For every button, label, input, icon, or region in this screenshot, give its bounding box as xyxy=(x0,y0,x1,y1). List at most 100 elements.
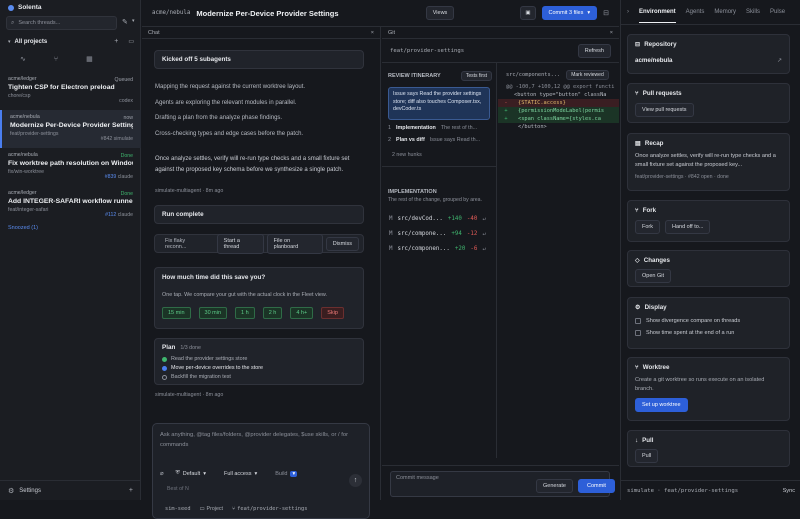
all-projects-label[interactable]: All projects xyxy=(15,39,48,45)
time-option-button[interactable]: 4 h+ xyxy=(290,307,314,319)
suggestion-button[interactable]: Fix flaky reconn... xyxy=(159,235,214,253)
time-option-button[interactable]: 15 min xyxy=(162,307,191,319)
return-icon: ↵ xyxy=(482,216,486,222)
search-icon: ⌕ xyxy=(11,19,15,26)
folder-icon[interactable]: ▭ xyxy=(128,38,134,45)
add-project-icon[interactable]: + xyxy=(114,38,118,45)
page-title: Modernize Per-Device Provider Settings xyxy=(196,8,339,18)
download-icon: ↓ xyxy=(635,437,639,444)
tab-memory[interactable]: Memory xyxy=(714,9,736,15)
changed-file[interactable]: Msrc/componen... +20 -6 ↵ xyxy=(389,246,486,252)
run-complete-card: Run complete xyxy=(154,205,364,224)
build-button[interactable]: Build ▾ xyxy=(269,468,303,480)
generate-button[interactable]: Generate xyxy=(536,479,573,493)
access-select[interactable]: Full access ▾ xyxy=(218,468,263,480)
sync-button[interactable]: Sync xyxy=(783,488,795,494)
skip-button[interactable]: Skip xyxy=(321,307,344,319)
suggestions-bar: Fix flaky reconn... Start a thread File … xyxy=(154,233,364,254)
commit-files-button[interactable]: Commit 3 files ▾ xyxy=(541,6,598,20)
env-chip[interactable]: sim-seed xyxy=(165,506,191,512)
board-icon[interactable]: ▦ xyxy=(86,55,93,63)
return-icon: ↵ xyxy=(482,231,486,237)
branch-icon[interactable]: ⑂ xyxy=(54,56,58,63)
collapse-icon[interactable]: › xyxy=(627,9,629,15)
checkbox[interactable] xyxy=(635,318,641,324)
chat-header: Chat xyxy=(148,29,160,36)
time-option-button[interactable]: 30 min xyxy=(198,307,228,319)
itinerary-step[interactable]: 1 Implementation The rest of th... xyxy=(388,125,477,131)
git-pane: Git × feat/provider-settings Refresh REV… xyxy=(382,27,619,500)
external-link-icon[interactable]: ↗ xyxy=(777,57,782,64)
close-icon[interactable]: × xyxy=(371,30,374,36)
pull-button[interactable]: Pull xyxy=(635,449,659,463)
file-planboard-button[interactable]: File on planboard xyxy=(266,233,323,254)
worktree-icon: ⑂ xyxy=(635,364,639,371)
settings-link[interactable]: Settings xyxy=(19,488,41,494)
composer[interactable]: Ask anything, @tag files/folders, @provi… xyxy=(152,423,370,519)
pending-dot-icon xyxy=(162,374,167,380)
breadcrumb-repo[interactable]: acme/nebula xyxy=(152,10,190,16)
thread-item[interactable]: acme/ledger Tighten CSP for Electron pre… xyxy=(0,72,141,110)
top-bar: acme/nebula Modernize Per-Device Provide… xyxy=(142,0,619,27)
mark-reviewed-button[interactable]: Mark reviewed xyxy=(566,70,609,80)
mode-select[interactable]: ⛨ Default ▾ xyxy=(170,467,212,480)
worktree-card: ⑂ Worktree Create a git worktree so runs … xyxy=(627,357,790,421)
close-panel-icon[interactable]: ⊟ xyxy=(603,9,609,17)
send-button[interactable]: ↑ xyxy=(349,474,362,487)
summary-card[interactable]: Issue says Read the provider settings st… xyxy=(388,87,490,120)
recap-icon: ▤ xyxy=(635,140,641,147)
diff-viewer: src/components... Mark reviewed @@ -100,… xyxy=(498,63,619,458)
done-dot-icon xyxy=(162,356,167,362)
thread-item-active[interactable]: acme/nebula Modernize Per-Device Provide… xyxy=(0,110,141,148)
chevron-down-icon[interactable]: ▾ xyxy=(132,18,135,24)
recap-card: ▤ Recap Once analyze settles, verify will… xyxy=(627,133,790,191)
tab-agents[interactable]: Agents xyxy=(686,9,705,15)
panel-icon[interactable]: ▣ xyxy=(520,6,536,20)
itinerary-step[interactable]: 2 Plan vs diff Issue says Read th... xyxy=(388,137,480,143)
changed-file[interactable]: Msrc/devCod... +140 -40 ↵ xyxy=(389,216,486,222)
fork-button[interactable]: Fork xyxy=(635,220,660,234)
fork-icon: ⑂ xyxy=(635,207,639,214)
pull-request-icon: ⑂ xyxy=(635,90,639,97)
dismiss-button[interactable]: Dismiss xyxy=(325,236,359,251)
commit-button[interactable]: Commit xyxy=(578,479,615,493)
close-icon[interactable]: × xyxy=(610,30,613,36)
new-thread-icon[interactable]: ✎ xyxy=(122,18,128,26)
open-git-button[interactable]: Open Git xyxy=(635,269,672,283)
branch-chip[interactable]: ⑂ feat/provider-settings xyxy=(232,506,307,512)
snoozed-toggle[interactable]: Snoozed (1) xyxy=(8,225,38,231)
search-input[interactable]: ⌕ Search threads... xyxy=(6,16,117,30)
thread-item[interactable]: acme/nebula Fix worktree path resolution… xyxy=(0,148,141,186)
changes-card: ◇ Changes Open Git xyxy=(627,250,790,287)
gear-icon[interactable]: ⚙ xyxy=(8,487,14,495)
project-chip[interactable]: ▭ Project xyxy=(200,506,224,512)
model-select[interactable]: Best of N xyxy=(167,486,189,492)
attach-icon[interactable]: ⌀ xyxy=(160,470,164,477)
agent-message: Once analyze settles, verify will re-run… xyxy=(155,156,350,173)
collapse-icon[interactable]: ▾ xyxy=(8,39,11,45)
view-pull-requests-button[interactable]: View pull requests xyxy=(635,103,694,117)
repo-name[interactable]: acme/nebula xyxy=(635,57,673,64)
checkbox[interactable] xyxy=(635,330,641,336)
branch-name: feat/provider-settings xyxy=(390,47,465,54)
composer-input[interactable]: Ask anything, @tag files/folders, @provi… xyxy=(160,431,365,450)
thread-item[interactable]: acme/ledger Add INTEGER-SAFARI workflow … xyxy=(0,186,141,224)
tab-pulse[interactable]: Pulse xyxy=(770,9,785,15)
commit-message-input[interactable]: Commit message xyxy=(390,471,610,497)
tests-first-button[interactable]: Tests first xyxy=(460,71,492,81)
shield-icon: ⛨ xyxy=(175,470,180,476)
views-button[interactable]: Views xyxy=(425,6,455,20)
message-source: simulate-multiagent · 8m ago xyxy=(155,392,224,398)
refresh-button[interactable]: Refresh xyxy=(577,43,611,58)
changed-file[interactable]: Msrc/compone... +94 -12 ↵ xyxy=(389,231,486,237)
tab-environment[interactable]: Environment xyxy=(639,1,676,23)
time-option-button[interactable]: 2 h xyxy=(262,307,283,319)
time-option-button[interactable]: 1 h xyxy=(235,307,255,319)
activity-icon[interactable]: ∿ xyxy=(20,55,26,63)
add-icon[interactable]: + xyxy=(129,487,133,494)
hand-off-button[interactable]: Hand off to... xyxy=(665,220,711,234)
start-thread-button[interactable]: Start a thread xyxy=(216,233,264,254)
tab-skills[interactable]: Skills xyxy=(746,9,760,15)
subagents-card[interactable]: Kicked off 5 subagents xyxy=(154,50,364,69)
set-up-worktree-button[interactable]: Set up worktree xyxy=(635,398,688,412)
